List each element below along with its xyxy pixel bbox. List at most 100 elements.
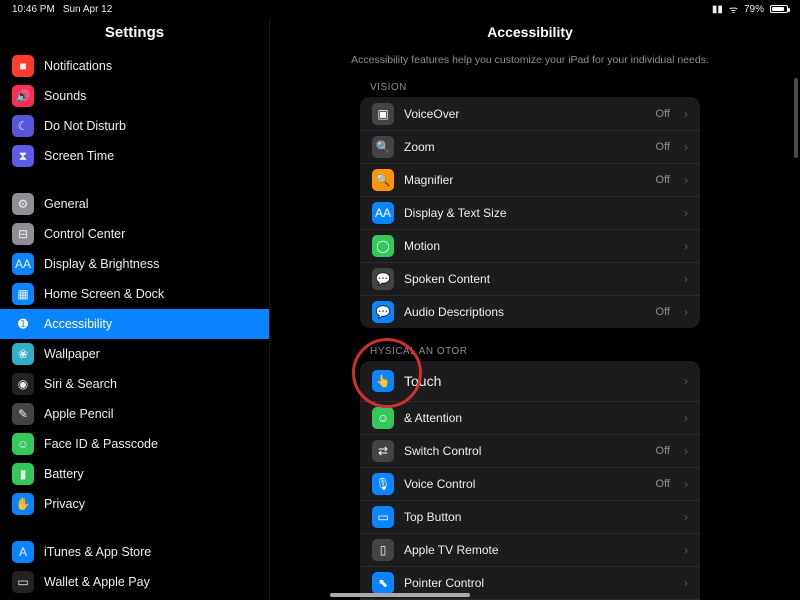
sidebar-item-label: Siri & Search xyxy=(44,377,117,391)
sounds-icon: 🔊 xyxy=(12,85,34,107)
chevron-right-icon: › xyxy=(684,477,688,491)
sidebar-item-label: Notifications xyxy=(44,59,112,73)
voice-control-icon: 🎙 xyxy=(372,473,394,495)
sidebar-item-label: Do Not Disturb xyxy=(44,119,126,133)
sidebar-item-wallet-apple-pay[interactable]: ▭ Wallet & Apple Pay xyxy=(0,567,269,597)
sidebar-item-label: Face ID & Passcode xyxy=(44,437,158,451)
top-button-icon: ▭ xyxy=(372,506,394,528)
sidebar-item-itunes-app-store[interactable]: AiTunes & App Store xyxy=(0,537,269,567)
switch-control-icon: ⇄ xyxy=(372,440,394,462)
setting-row-magnifier[interactable]: 🔍MagnifierOff› xyxy=(360,163,700,196)
accessibility-icon: ➊ xyxy=(12,313,34,335)
setting-label: Apple TV Remote xyxy=(404,543,674,557)
spoken-content-icon: 💬 xyxy=(372,268,394,290)
home-screen-dock-icon: ▦ xyxy=(12,283,34,305)
home-indicator[interactable] xyxy=(330,593,470,597)
setting-row-display-text-size[interactable]: AADisplay & Text Size› xyxy=(360,196,700,229)
setting-status: Off xyxy=(656,478,670,490)
battery-percent: 79% xyxy=(744,4,764,15)
setting-row-voiceover[interactable]: ▣VoiceOverOff› xyxy=(360,97,700,130)
setting-row-audio-descriptions[interactable]: 💬Audio DescriptionsOff› xyxy=(360,295,700,328)
setting-row-voice-control[interactable]: 🎙 Voice Control Off › xyxy=(360,467,700,500)
sidebar-item-sounds[interactable]: 🔊 Sounds xyxy=(0,81,269,111)
sidebar-item-label: Accessibility xyxy=(44,317,112,331)
detail-pane: Accessibility Accessibility features hel… xyxy=(270,18,800,600)
chevron-right-icon: › xyxy=(684,444,688,458)
setting-row-motion[interactable]: ◯Motion› xyxy=(360,229,700,262)
scrollbar[interactable] xyxy=(794,78,798,580)
sidebar-item-siri-search[interactable]: ◉Siri & Search xyxy=(0,369,269,399)
status-bar: 10:46 PM Sun Apr 12 ▮▮ ᯤ 79% xyxy=(0,0,800,18)
chevron-right-icon: › xyxy=(684,543,688,557)
scrollbar-thumb[interactable] xyxy=(794,78,798,158)
setting-row-zoom[interactable]: 🔍ZoomOff› xyxy=(360,130,700,163)
touch-icon: 👆 xyxy=(372,370,394,392)
setting-label: & Attention xyxy=(404,411,674,425)
wallet-apple-pay-icon: ▭ xyxy=(12,571,34,593)
sidebar-item-general[interactable]: ⚙General xyxy=(0,189,269,219)
sidebar-item-label: Wallet & Apple Pay xyxy=(44,575,150,589)
motion-icon: ◯ xyxy=(372,235,394,257)
sidebar-item-label: Sounds xyxy=(44,89,86,103)
chevron-right-icon: › xyxy=(684,107,688,121)
chevron-right-icon: › xyxy=(684,140,688,154)
sidebar-item-label: Screen Time xyxy=(44,149,114,163)
setting-status: Off xyxy=(656,141,670,153)
sidebar-item-wallpaper[interactable]: ❀Wallpaper xyxy=(0,339,269,369)
setting-label: Top Button xyxy=(404,510,674,524)
-attention-icon: ☺ xyxy=(372,407,394,429)
chevron-right-icon: › xyxy=(684,173,688,187)
sidebar-item-screen-time[interactable]: ⧗ Screen Time xyxy=(0,141,269,171)
control-center-icon: ⊟ xyxy=(12,223,34,245)
detail-title: Accessibility xyxy=(270,18,790,54)
chevron-right-icon: › xyxy=(684,374,688,388)
display-text-size-icon: AA xyxy=(372,202,394,224)
do-not-disturb-icon: ☾ xyxy=(12,115,34,137)
sidebar-item-control-center[interactable]: ⊟ Control Center xyxy=(0,219,269,249)
setting-label: Audio Descriptions xyxy=(404,305,646,319)
sidebar-item-label: Apple Pencil xyxy=(44,407,114,421)
setting-status: Off xyxy=(656,445,670,457)
setting-label: Voice Control xyxy=(404,477,646,491)
setting-row-apple-tv-remote[interactable]: ▯ Apple TV Remote › xyxy=(360,533,700,566)
setting-label: Spoken Content xyxy=(404,272,674,286)
sidebar-item-face-id-passcode[interactable]: ☺Face ID & Passcode xyxy=(0,429,269,459)
magnifier-icon: 🔍 xyxy=(372,169,394,191)
sidebar-item-apple-pencil[interactable]: ✎Apple Pencil xyxy=(0,399,269,429)
setting-row-spoken-content[interactable]: 💬Spoken Content› xyxy=(360,262,700,295)
setting-row--attention[interactable]: ☺ & Attention › xyxy=(360,401,700,434)
apple-tv-remote-icon: ▯ xyxy=(372,539,394,561)
section-header: VISION xyxy=(270,78,790,97)
battery-icon xyxy=(770,5,788,13)
sidebar-item-display-brightness[interactable]: AADisplay & Brightness xyxy=(0,249,269,279)
status-date: Sun Apr 12 xyxy=(63,4,112,15)
setting-label: Magnifier xyxy=(404,173,646,187)
sidebar-item-accessibility[interactable]: ➊ Accessibility xyxy=(0,309,269,339)
sidebar-item-privacy[interactable]: ✋ Privacy xyxy=(0,489,269,519)
wifi-icon: ᯤ xyxy=(729,2,738,16)
settings-card: 👆Touch›☺& Attention›⇄Switch ControlOff›🎙… xyxy=(360,361,700,600)
setting-label: Zoom xyxy=(404,140,646,154)
audio-descriptions-icon: 💬 xyxy=(372,301,394,323)
privacy-icon: ✋ xyxy=(12,493,34,515)
detail-description: Accessibility features help you customiz… xyxy=(270,54,790,78)
sidebar-item-home-screen-dock[interactable]: ▦Home Screen & Dock xyxy=(0,279,269,309)
setting-status: Off xyxy=(656,108,670,120)
setting-row-switch-control[interactable]: ⇄Switch ControlOff› xyxy=(360,434,700,467)
itunes-app-store-icon: A xyxy=(12,541,34,563)
battery-icon: ▮ xyxy=(12,463,34,485)
sidebar-item-label: Battery xyxy=(44,467,84,481)
setting-label: Touch xyxy=(404,373,674,389)
setting-row-top-button[interactable]: ▭Top Button› xyxy=(360,500,700,533)
setting-row-touch[interactable]: 👆 Touch › xyxy=(360,361,700,401)
sidebar-item-label: Privacy xyxy=(44,497,85,511)
sidebar-item-do-not-disturb[interactable]: ☾ Do Not Disturb xyxy=(0,111,269,141)
chevron-right-icon: › xyxy=(684,411,688,425)
display-brightness-icon: AA xyxy=(12,253,34,275)
sidebar-item-label: Control Center xyxy=(44,227,125,241)
screen-time-icon: ⧗ xyxy=(12,145,34,167)
setting-label: VoiceOver xyxy=(404,107,646,121)
sidebar-item-battery[interactable]: ▮ Battery xyxy=(0,459,269,489)
chevron-right-icon: › xyxy=(684,305,688,319)
sidebar-item-notifications[interactable]: ■Notifications xyxy=(0,51,269,81)
